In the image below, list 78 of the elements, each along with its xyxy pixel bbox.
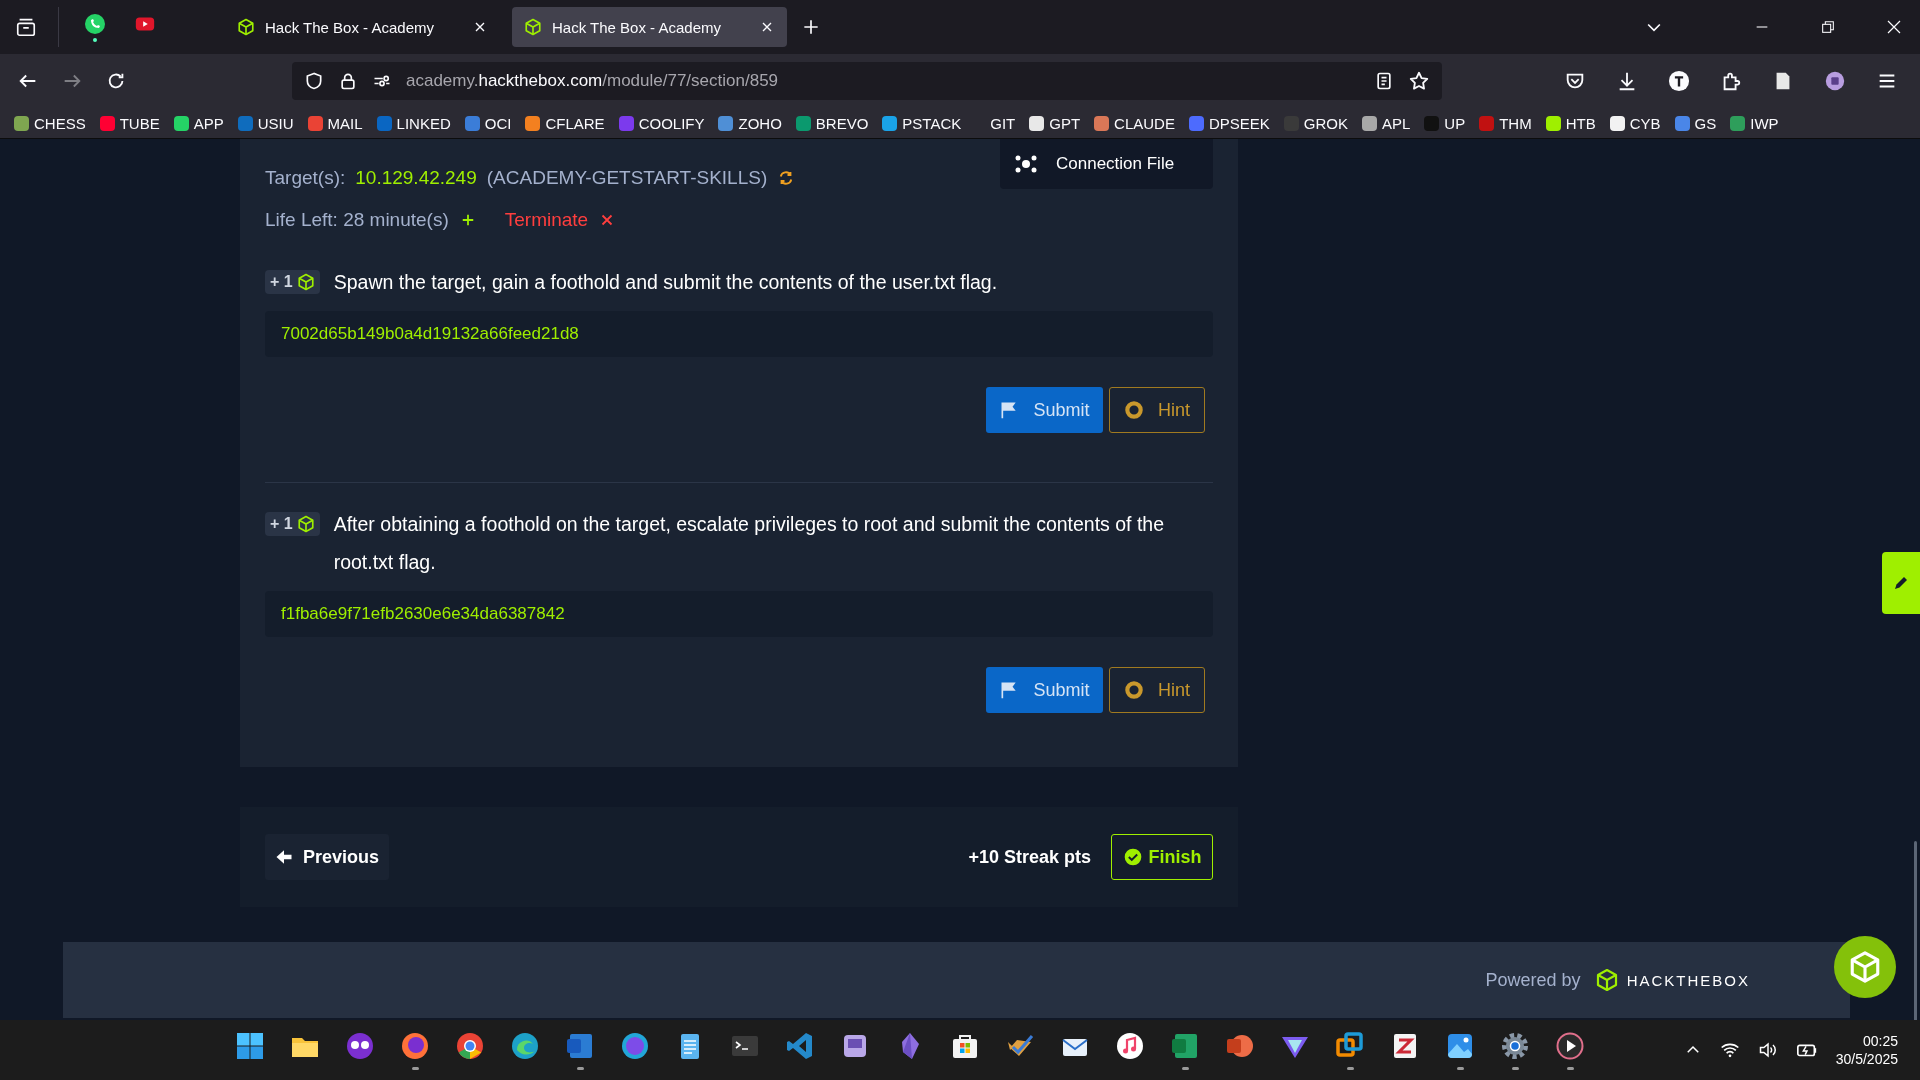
circle-icon xyxy=(619,1030,651,1062)
chat-bubble-icon xyxy=(83,12,107,36)
lifebuoy-icon xyxy=(1124,400,1144,420)
bookmark[interactable]: DPSEEK xyxy=(1188,114,1270,132)
reader-view-icon[interactable] xyxy=(1374,71,1394,91)
bookmark[interactable]: OCI xyxy=(464,114,512,132)
bookmark[interactable]: TUBE xyxy=(99,114,160,132)
browser-tab[interactable]: Hack The Box - Academy xyxy=(512,7,787,47)
previous-button[interactable]: Previous xyxy=(265,834,389,880)
bookmark[interactable]: GPT xyxy=(1029,114,1081,132)
bookmark[interactable]: GS xyxy=(1674,114,1717,132)
bookmark[interactable]: COOLIFY xyxy=(618,114,705,132)
star-icon[interactable] xyxy=(1408,70,1430,92)
bookmark[interactable]: UP xyxy=(1424,114,1466,132)
cube-icon xyxy=(1594,968,1619,992)
pencil-icon xyxy=(1892,574,1910,592)
cube-icon xyxy=(524,18,542,36)
lifebuoy-icon xyxy=(1124,680,1144,700)
bookmark[interactable]: IWP xyxy=(1730,114,1779,132)
wave-icon xyxy=(509,1030,541,1062)
target-ip: 10.129.42.249 xyxy=(355,167,477,189)
submit-button[interactable]: Submit xyxy=(986,667,1103,713)
cube-icon xyxy=(296,273,315,291)
download-vpn-button[interactable]: Connection File xyxy=(1000,139,1213,189)
points-badge: + 1 xyxy=(265,270,320,294)
bookmark[interactable]: BREVO xyxy=(795,114,869,132)
letter-avatar-icon[interactable] xyxy=(1668,70,1690,92)
windows-icon xyxy=(234,1030,266,1062)
bookmark[interactable]: GIT xyxy=(975,114,1016,132)
bookmark[interactable]: MAIL xyxy=(307,114,363,132)
bookmark[interactable]: LINKED xyxy=(376,114,451,132)
question-text: After obtaining a foothold on the target, escalate privileges to root and submit the contents of the root.txt flag. xyxy=(333,512,1166,575)
arrow-left-icon xyxy=(274,848,293,866)
finish-button[interactable]: Finish xyxy=(1111,834,1213,880)
bookmark[interactable]: HTB xyxy=(1545,114,1596,132)
hint-button[interactable]: Hint xyxy=(1109,667,1205,713)
gear-icon xyxy=(1499,1030,1531,1062)
bookmark[interactable]: APP xyxy=(173,114,224,132)
target-label: Target(s): xyxy=(265,167,346,189)
speaker-icon[interactable] xyxy=(1757,1040,1778,1060)
chrome-icon xyxy=(454,1030,486,1062)
bookmark[interactable]: APL xyxy=(1362,114,1411,132)
play-icon xyxy=(1554,1030,1586,1062)
bookmark[interactable]: CHESS xyxy=(14,114,86,132)
profile-icon[interactable] xyxy=(1824,70,1846,92)
points-badge: + 1 xyxy=(265,512,320,536)
bookmark[interactable]: CYB xyxy=(1609,114,1661,132)
music-note-icon xyxy=(1114,1030,1146,1062)
cube-icon xyxy=(237,18,255,36)
address-bar[interactable]: academy.hackthebox.com/module/77/section/859 xyxy=(292,62,1442,100)
logo-wordmark: HACKTHEBOX xyxy=(1626,971,1750,989)
bookmark[interactable]: USIU xyxy=(237,114,294,132)
cube-icon xyxy=(296,515,315,533)
scrollbar-thumb[interactable] xyxy=(1914,841,1917,1020)
bookmark[interactable]: GROK xyxy=(1283,114,1348,132)
life-left-text: Life Left: 28 minute(s) xyxy=(265,209,449,231)
check-circle-icon xyxy=(1122,847,1143,867)
bookmark[interactable]: CLAUDE xyxy=(1094,114,1175,132)
lock-icon xyxy=(338,71,358,91)
bookmark[interactable]: PSTACK xyxy=(882,114,962,132)
hint-button[interactable]: Hint xyxy=(1109,387,1205,433)
browser-tab[interactable]: Hack The Box - Academy xyxy=(225,7,500,47)
feedback-tab[interactable] xyxy=(1882,552,1920,614)
bookmark[interactable]: ZOHO xyxy=(718,114,782,132)
url-text: academy.hackthebox.com/module/77/section/859 xyxy=(406,71,780,91)
submit-button[interactable]: Submit xyxy=(986,387,1103,433)
powered-by-text: Powered by xyxy=(1485,969,1581,991)
streak-points: +10 Streak pts xyxy=(968,846,1091,868)
cube-icon xyxy=(1848,950,1882,984)
bookmark[interactable]: THM xyxy=(1479,114,1532,132)
question-text: Spawn the target, gain a foothold and submit the contents of the user.txt flag. xyxy=(333,270,999,295)
answer-field[interactable]: f1fba6e9f71efb2630e6e34da6387842 xyxy=(265,591,1213,637)
target-name: (ACADEMY-GETSTART-SKILLS) xyxy=(486,167,768,189)
shield-icon xyxy=(304,71,324,91)
bookmark[interactable]: CFLARE xyxy=(525,114,605,132)
terminate-link[interactable]: Terminate xyxy=(504,209,589,231)
answer-field[interactable]: 7002d65b149b0a4d19132a66feed21d8 xyxy=(265,311,1213,357)
clock[interactable]: 00:25 30/5/2025 xyxy=(1835,1033,1898,1067)
